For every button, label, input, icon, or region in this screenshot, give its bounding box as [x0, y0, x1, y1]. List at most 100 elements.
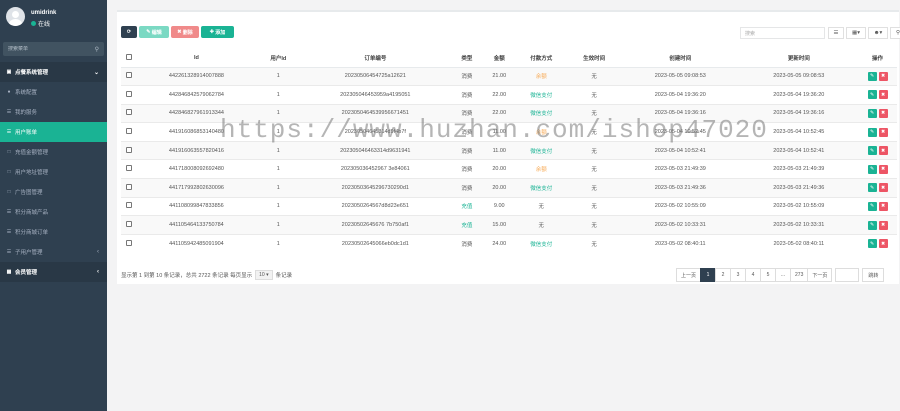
row-checkbox[interactable]: [125, 183, 132, 190]
avatar[interactable]: [6, 7, 25, 26]
col-header-order-no[interactable]: 订单编号: [299, 49, 451, 68]
page-ellipsis: ...: [775, 268, 792, 282]
row-edit-button[interactable]: ✎: [867, 164, 877, 174]
row-edit-button[interactable]: ✎: [867, 108, 877, 118]
table-row[interactable]: 441108099847833856 1 2023050264567d8d23e65…: [121, 196, 897, 216]
sidebar-search-input[interactable]: [8, 46, 78, 52]
sidebar-item-system-config[interactable]: ● 系统配置: [0, 82, 107, 102]
user-name[interactable]: umidrink: [31, 10, 56, 16]
col-header-type[interactable]: 类型: [450, 49, 484, 68]
row-delete-button[interactable]: ✖: [878, 108, 888, 118]
cell-payment: 微信支付: [515, 140, 568, 160]
row-edit-button[interactable]: ✎: [867, 201, 877, 211]
advanced-search-button[interactable]: ⚲: [890, 27, 900, 39]
sidebar-item-address[interactable]: □ 用户地址管理: [0, 162, 107, 182]
export-button[interactable]: ☻▾: [868, 27, 888, 39]
row-edit-button[interactable]: ✎: [867, 239, 877, 249]
col-header-payment[interactable]: 付款方式: [515, 49, 568, 68]
page-button-3[interactable]: 3: [730, 268, 747, 282]
sidebar-section-members[interactable]: ▦ 会员管理 ‹: [0, 262, 107, 282]
row-edit-button[interactable]: ✎: [867, 220, 877, 230]
jump-button[interactable]: 跳转: [862, 268, 885, 282]
pencil-icon: ✎: [869, 110, 875, 117]
page-size-select[interactable]: 10 ▾: [255, 270, 273, 280]
table-row[interactable]: 441717992802630096 1 20230503645296730290d…: [121, 178, 897, 198]
table-row[interactable]: 441916063557820416 1 202305046463314d96319…: [121, 140, 897, 160]
page-button-last[interactable]: 273: [790, 268, 809, 282]
table-row[interactable]: 442846827961913344 1 202305046453995667145…: [121, 103, 897, 123]
next-page-button[interactable]: 下一页: [807, 268, 833, 282]
col-header-created[interactable]: 创建时间: [621, 49, 740, 68]
row-checkbox[interactable]: [125, 109, 132, 116]
row-checkbox[interactable]: [125, 146, 132, 153]
edit-label: 编辑: [151, 29, 162, 36]
table-row[interactable]: 441105942485091904 1 20230502645066eb0dc1d…: [121, 233, 897, 253]
row-edit-button[interactable]: ✎: [867, 146, 877, 156]
page-button-1[interactable]: 1: [700, 268, 717, 282]
edit-button[interactable]: ✎ 编辑: [139, 26, 169, 38]
sidebar-item-points-orders[interactable]: ☰ 积分商城订单: [0, 222, 107, 242]
row-actions-cell: ✎ ✖: [858, 233, 897, 253]
table-row[interactable]: 441105464133750784 1 20230502645676 7b750a…: [121, 215, 897, 235]
user-profile: umidrink 在线: [0, 0, 107, 38]
row-delete-button[interactable]: ✖: [878, 239, 888, 249]
trash-icon: ✖: [880, 203, 886, 210]
cell-amount: 24.00: [483, 233, 516, 253]
row-checkbox[interactable]: [125, 202, 132, 209]
cell-type: 消费: [450, 233, 484, 253]
add-button[interactable]: ✚ 添加: [201, 26, 234, 38]
sidebar-item-banner[interactable]: □ 广告图管理: [0, 182, 107, 202]
sidebar-item-points-products[interactable]: ☰ 积分商城产品: [0, 202, 107, 222]
table-search-input[interactable]: 搜索: [740, 27, 825, 39]
row-delete-button[interactable]: ✖: [878, 127, 888, 137]
cell-type: 消费: [450, 85, 484, 105]
row-delete-button[interactable]: ✖: [878, 183, 888, 193]
sidebar-item-recharge[interactable]: □ 充值金额管理: [0, 142, 107, 162]
col-header-effective-time[interactable]: 生效时间: [567, 49, 622, 68]
table-row[interactable]: 441916086853140480 1 20230504645314d9f4b7f…: [121, 122, 897, 142]
page-button-2[interactable]: 2: [715, 268, 732, 282]
row-delete-button[interactable]: ✖: [878, 146, 888, 156]
cell-order-no: 202305046463314d9631941: [299, 140, 451, 160]
sidebar-item-sub-users[interactable]: ☰ 子用户管理 ‹: [0, 242, 107, 262]
select-all-checkbox[interactable]: [125, 53, 132, 60]
col-header-amount[interactable]: 金额: [483, 49, 516, 68]
row-edit-button[interactable]: ✎: [867, 90, 877, 100]
row-checkbox[interactable]: [125, 221, 132, 228]
page-button-5[interactable]: 5: [760, 268, 777, 282]
row-checkbox[interactable]: [125, 165, 132, 172]
row-delete-button[interactable]: ✖: [878, 90, 888, 100]
row-delete-button[interactable]: ✖: [878, 164, 888, 174]
sidebar-section-ordering[interactable]: ▣ 点餐系统管理 ⌄: [0, 62, 107, 82]
search-icon[interactable]: ⚲: [95, 46, 99, 53]
row-edit-button[interactable]: ✎: [867, 71, 877, 81]
toggle-view-button[interactable]: ☰: [828, 27, 844, 39]
delete-button[interactable]: ✖ 删除: [171, 26, 199, 38]
row-select-cell: [121, 178, 137, 198]
cell-id: 441717992802630096: [136, 178, 257, 198]
row-checkbox[interactable]: [125, 72, 132, 79]
cell-id: 442261328914007888: [136, 66, 257, 86]
row-delete-button[interactable]: ✖: [878, 220, 888, 230]
refresh-button[interactable]: ⟳: [121, 26, 137, 38]
row-edit-button[interactable]: ✎: [867, 127, 877, 137]
row-edit-button[interactable]: ✎: [867, 183, 877, 193]
page-button-4[interactable]: 4: [745, 268, 762, 282]
table-row[interactable]: 442846842579062784 1 202305046453959a41950…: [121, 85, 897, 105]
col-header-updated[interactable]: 更新时间: [739, 49, 859, 68]
row-delete-button[interactable]: ✖: [878, 71, 888, 81]
col-header-actions: 操作: [858, 49, 897, 68]
row-checkbox[interactable]: [125, 90, 132, 97]
table-row[interactable]: 442261328914007888 1 20230506454725a12621 消…: [121, 66, 897, 86]
col-header-user-id[interactable]: 用户Id: [256, 49, 300, 68]
col-header-id[interactable]: Id: [136, 49, 257, 68]
row-checkbox[interactable]: [125, 239, 132, 246]
table-row[interactable]: 441718008092692480 1 202305036452967 3e840…: [121, 159, 897, 179]
row-delete-button[interactable]: ✖: [878, 201, 888, 211]
columns-button[interactable]: ▦▾: [846, 27, 866, 39]
sidebar-item-user-bills[interactable]: ☰ 用户账单: [0, 122, 107, 142]
jump-page-input[interactable]: [835, 268, 860, 282]
sidebar-item-my-service[interactable]: ☰ 我的服务: [0, 102, 107, 122]
row-checkbox[interactable]: [125, 128, 132, 135]
prev-page-button[interactable]: 上一页: [676, 268, 702, 282]
